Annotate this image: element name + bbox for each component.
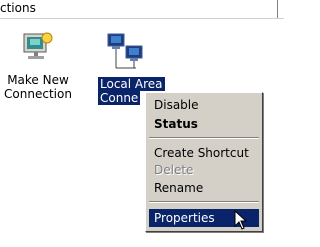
menu-separator bbox=[149, 137, 259, 139]
local-area-connection-icon[interactable] bbox=[106, 32, 150, 74]
icon-label-line1: Make New bbox=[7, 73, 69, 87]
window-title-text: ctions bbox=[0, 1, 36, 15]
make-new-connection-label[interactable]: Make New Connection bbox=[2, 73, 74, 101]
menu-separator bbox=[149, 201, 259, 203]
menu-item-status[interactable]: Status bbox=[149, 115, 259, 133]
window-title-strip: ctions bbox=[0, 0, 284, 19]
window-edge bbox=[277, 0, 278, 18]
make-new-connection-icon[interactable] bbox=[20, 30, 56, 66]
menu-item-disable[interactable]: Disable bbox=[149, 96, 259, 114]
local-area-connection-label-line2[interactable]: Conne bbox=[98, 91, 141, 105]
menu-item-rename[interactable]: Rename bbox=[149, 179, 259, 197]
menu-item-create-shortcut[interactable]: Create Shortcut bbox=[149, 144, 259, 162]
icon-label-line2: Connection bbox=[4, 87, 72, 101]
menu-item-delete: Delete bbox=[154, 163, 194, 177]
local-area-connection-label-line1[interactable]: Local Area bbox=[98, 77, 165, 91]
arrow-pointer-icon bbox=[234, 209, 248, 234]
